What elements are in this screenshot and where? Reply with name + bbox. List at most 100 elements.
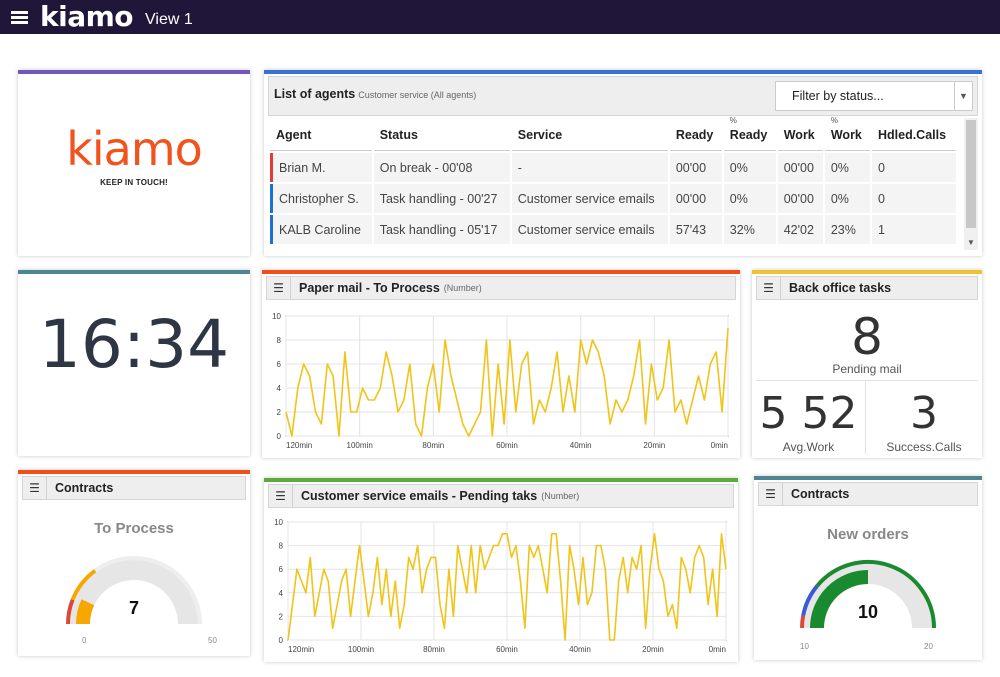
clock-widget-accent [18,270,250,274]
agents-title: List of agents Customer service (All agen… [274,87,476,101]
agents-header: List of agents Customer service (All agen… [268,76,978,116]
contracts-right-header: ☰ Contracts [758,482,978,506]
contracts-right-title: Contracts [791,487,850,501]
x-tick-label: 100min [347,441,373,450]
paper-mail-accent [262,270,740,274]
view-title[interactable]: View 1 [145,11,193,29]
contracts-left-widget: ☰ Contracts To Process 7 0 50 [18,470,250,656]
col-ready[interactable]: Ready [669,120,722,151]
kiamo-logo: kiamo [66,122,203,176]
contracts-left-header: ☰ Contracts [22,476,246,500]
col-work-pct-label: Work [830,128,862,142]
agents-scrollbar[interactable]: ▼ [964,118,978,250]
y-tick-label: 10 [272,312,281,321]
clock-time: 16:34 [38,306,230,383]
y-tick-label: 8 [279,542,284,551]
widget-menu-icon[interactable]: ☰ [269,485,293,507]
cell-work-pct: 0% [824,153,870,182]
col-service[interactable]: Service [511,120,668,151]
widget-menu-icon[interactable]: ☰ [267,277,291,299]
emails-header: ☰ Customer service emails - Pending taks… [268,484,734,508]
chevron-down-icon[interactable]: ▼ [954,82,972,110]
back-office-divider-h [756,380,978,381]
pct-mark: % [830,116,838,125]
agents-table: Agent Status Service Ready % Ready Work %… [268,116,958,246]
x-tick-label: 80min [422,441,444,450]
table-row[interactable]: Brian M. On break - 00'08 - 00'00 0% 00'… [270,153,956,182]
contracts-right-accent [754,476,982,480]
col-status[interactable]: Status [373,120,510,151]
pending-mail-value: 8 [851,308,883,366]
col-agent[interactable]: Agent [270,120,372,151]
emails-widget: ☰ Customer service emails - Pending taks… [264,478,738,662]
top-bar: kiamo View 1 [0,0,1000,34]
cell-service: Customer service emails [511,215,668,244]
gauge-title-to-process: To Process [94,520,174,537]
x-tick-label: 40min [569,645,591,654]
agents-list-widget: List of agents Customer service (All agen… [264,70,982,256]
scroll-down-icon[interactable]: ▼ [964,236,978,250]
cell-ready-pct: 32% [723,215,776,244]
x-tick-label: 20min [643,441,665,450]
pending-mail-label: Pending mail [832,362,902,376]
y-tick-label: 4 [277,384,282,393]
cell-service: - [511,153,668,182]
contracts-left-title: Contracts [55,481,114,495]
gauge-value-to-process: 7 [128,598,139,618]
col-work[interactable]: Work [777,120,823,151]
filter-by-status-select[interactable]: Filter by status... ▼ [775,81,973,111]
x-tick-label: 0min [711,441,728,450]
cell-agent: KALB Caroline [270,215,372,244]
gauge-min-to-process: 0 [82,636,87,645]
emails-subtitle: (Number) [541,491,580,501]
widget-menu-icon[interactable]: ☰ [759,483,783,505]
y-tick-label: 0 [277,432,282,441]
y-tick-label: 6 [279,565,284,574]
cell-ready: 57'43 [669,215,722,244]
col-work-pct[interactable]: % Work [824,116,870,151]
back-office-widget: ☰ Back office tasks 8 Pending mail 5 52 … [752,270,982,458]
cell-work-pct: 23% [824,215,870,244]
contracts-right-widget: ☰ Contracts New orders 10 10 20 [754,476,982,660]
paper-mail-subtitle: (Number) [443,283,482,293]
cell-service: Customer service emails [511,184,668,213]
col-handled-calls[interactable]: Hdled.Calls [871,120,956,151]
table-row[interactable]: Christopher S. Task handling - 00'27 Cus… [270,184,956,213]
scrollbar-thumb[interactable] [966,120,976,228]
cell-work: 42'02 [777,215,823,244]
to-process-gauge [65,556,202,625]
avg-work-value: 5 52 [759,388,858,439]
cell-ready-pct: 0% [723,184,776,213]
x-tick-label: 60min [496,441,518,450]
y-tick-label: 8 [277,336,282,345]
back-office-accent [752,270,982,274]
cell-agent: Brian M. [270,153,372,182]
gauge-title-new-orders: New orders [827,526,909,543]
cell-work: 00'00 [777,184,823,213]
x-tick-label: 100min [348,645,374,654]
cell-calls: 0 [871,153,956,182]
y-tick-label: 6 [277,360,282,369]
clock-widget: 16:34 [18,270,250,456]
cell-status: On break - 00'08 [373,153,510,182]
widget-menu-icon[interactable]: ☰ [23,477,47,499]
logo-widget: kiamo KEEP IN TOUCH! [18,70,250,256]
y-tick-label: 4 [279,589,284,598]
x-tick-label: 40min [570,441,592,450]
back-office-header: ☰ Back office tasks [756,276,978,300]
x-tick-label: 80min [423,645,445,654]
agents-subtitle: Customer service (All agents) [358,90,477,100]
gauge-max-to-process: 50 [208,636,217,645]
paper-mail-widget: ☰ Paper mail - To Process (Number) 0 2 4 6 8… [262,270,740,458]
success-calls-label: Success.Calls [886,440,962,454]
hamburger-menu-icon[interactable] [0,0,38,34]
emails-chart: 0 2 4 6 8 10 120min 100min 80min 60min 40min 20min 0… [274,518,727,654]
cell-calls: 0 [871,184,956,213]
widget-menu-icon[interactable]: ☰ [757,277,781,299]
y-tick-label: 10 [274,518,283,527]
new-orders-gauge [800,560,936,629]
gauge-min-new-orders: 10 [800,642,809,651]
table-row[interactable]: KALB Caroline Task handling - 05'17 Cust… [270,215,956,244]
paper-mail-header: ☰ Paper mail - To Process (Number) [266,276,736,300]
col-ready-pct[interactable]: % Ready [723,116,776,151]
